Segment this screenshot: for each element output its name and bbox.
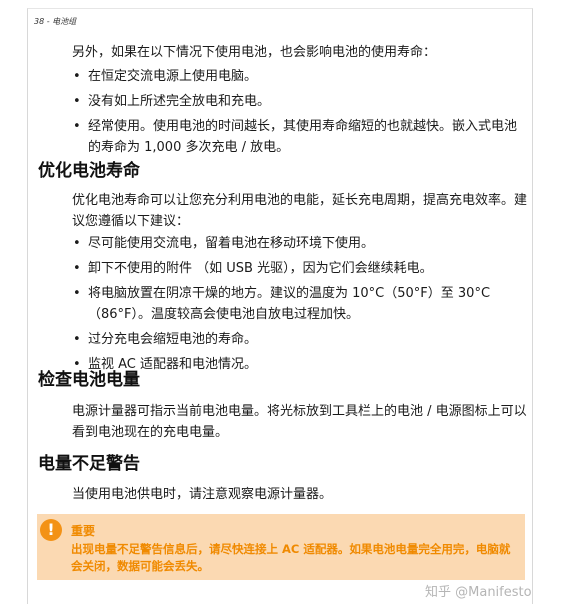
important-notice: ! 重要 出现电量不足警告信息后，请尽快连接上 AC 适配器。如果电池电量完全用…: [37, 514, 525, 580]
optimize-bullet-list: • 尽可能使用交流电，留着电池在移动环境下使用。 • 卸下不使用的附件 （如 USB…: [72, 233, 527, 379]
low-paragraph: 当使用电池供电时，请注意观察电源计量器。: [72, 487, 333, 502]
bullet-icon: •: [73, 119, 81, 134]
exclamation-icon: !: [40, 519, 62, 541]
section-heading-check: 检查电池电量: [38, 370, 140, 390]
bullet-icon: •: [73, 286, 81, 301]
list-item: • 卸下不使用的附件 （如 USB 光驱），因为它们会继续耗电。: [72, 258, 527, 279]
bullet-icon: •: [73, 261, 81, 276]
list-item: • 将电脑放置在阴凉干燥的地方。建议的温度为 10°C（50°F）至 30°C（8…: [72, 283, 527, 325]
list-item: • 没有如上所述完全放电和充电。: [72, 91, 527, 112]
section-heading-low-battery: 电量不足警告: [38, 454, 140, 474]
bullet-icon: •: [73, 69, 81, 84]
list-item: • 在恒定交流电源上使用电脑。: [72, 66, 527, 87]
intro-bullet-list: • 在恒定交流电源上使用电脑。 • 没有如上所述完全放电和充电。 • 经常使用。使用电…: [72, 66, 527, 162]
bullet-icon: •: [73, 236, 81, 251]
optimize-paragraph: 优化电池寿命可以让您充分利用电池的电能，延长充电周期，提高充电效率。建议您遵循以…: [72, 193, 528, 229]
list-item: • 尽可能使用交流电，留着电池在移动环境下使用。: [72, 233, 527, 254]
bullet-icon: •: [73, 332, 81, 347]
list-item: • 经常使用。使用电池的时间越长，其使用寿命缩短的也就越快。嵌入式电池的寿命为 1…: [72, 116, 527, 158]
check-paragraph: 电源计量器可指示当前电池电量。将光标放到工具栏上的电池 / 电源图标上可以看到电…: [72, 404, 527, 440]
running-head: 38 - 电池组: [34, 17, 77, 26]
intro-paragraph: 另外，如果在以下情况下使用电池，也会影响电池的使用寿命：: [72, 45, 437, 60]
bullet-icon: •: [73, 94, 81, 109]
list-item: • 过分充电会缩短电池的寿命。: [72, 329, 527, 350]
section-heading-optimize: 优化电池寿命: [38, 161, 140, 181]
watermark: 知乎 @Manifesto: [425, 585, 532, 600]
list-item: • 监视 AC 适配器和电池情况。: [72, 354, 527, 375]
notice-text: 出现电量不足警告信息后，请尽快连接上 AC 适配器。如果电池电量完全用完，电脑就…: [71, 542, 511, 573]
notice-title: 重要: [71, 524, 96, 538]
